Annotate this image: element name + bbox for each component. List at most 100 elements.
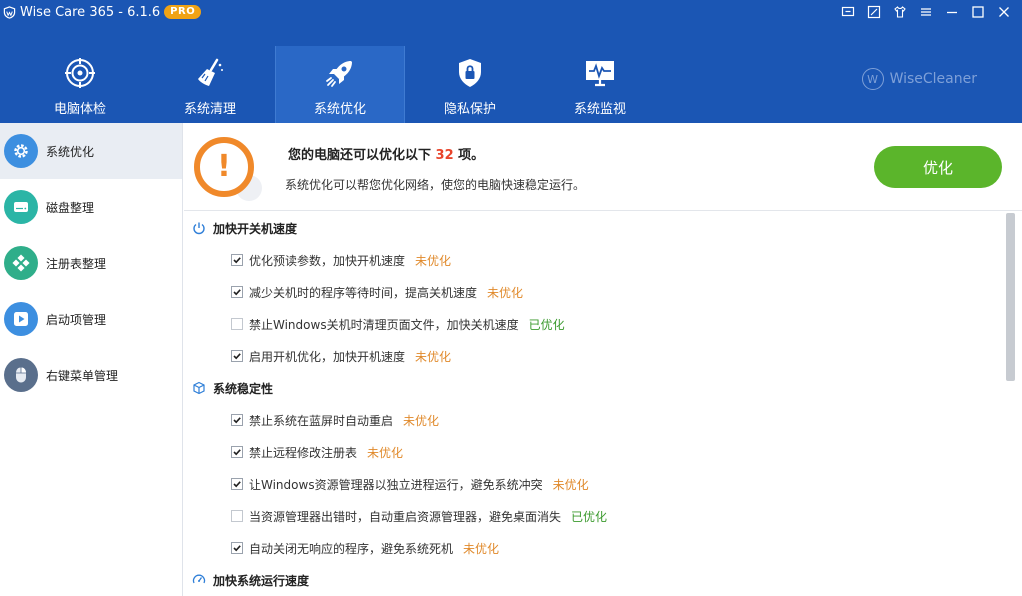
sidebar-item-disk-defrag[interactable]: 磁盘整理 (0, 179, 182, 235)
item-status: 未优化 (415, 253, 452, 268)
tab-monitor[interactable]: 系统监视 (535, 46, 665, 123)
optimize-button[interactable]: 优化 (874, 146, 1002, 188)
top-bar: Wise Care 365 - 6.1.6 PRO 电脑体检 系统清理 系统优化… (0, 0, 1022, 123)
optimization-list: 加快开关机速度 优化预读参数，加快开机速度 未优化 减少关机时的程序等待时间，提… (184, 212, 1004, 596)
item-status: 未优化 (415, 349, 452, 364)
scrollbar-thumb[interactable] (1006, 213, 1015, 381)
close-icon[interactable] (996, 4, 1012, 20)
sidebar-item-label: 注册表整理 (46, 256, 107, 271)
item-checkbox[interactable] (231, 542, 243, 554)
tab-privacy[interactable]: 隐私保护 (405, 46, 535, 123)
item-status: 未优化 (367, 445, 404, 460)
item-checkbox[interactable] (231, 254, 243, 266)
item-checkbox[interactable] (231, 510, 243, 522)
item-text: 启用开机优化，加快开机速度 (249, 349, 406, 364)
item-text: 禁止Windows关机时清理页面文件，加快关机速度 (249, 317, 519, 332)
section-header[interactable]: 加快开关机速度 (184, 212, 1004, 244)
sidebar-item-startup[interactable]: 启动项管理 (0, 291, 182, 347)
item-text: 禁止远程修改注册表 (249, 445, 358, 460)
checkmark-icon (233, 481, 241, 488)
skin-icon[interactable] (892, 4, 908, 20)
checkmark-icon (233, 545, 241, 552)
item-checkbox[interactable] (231, 414, 243, 426)
power-icon (193, 222, 205, 235)
checkmark-icon (233, 353, 241, 360)
tab-label: 系统清理 (183, 102, 236, 117)
sidebar-item-label: 启动项管理 (46, 312, 107, 327)
item-text: 优化预读参数，加快开机速度 (249, 253, 406, 268)
item-checkbox[interactable] (231, 478, 243, 490)
broom-icon (198, 58, 223, 86)
item-text: 自动关闭无响应的程序，避免系统死机 (249, 541, 454, 556)
section-title: 加快开关机速度 (213, 221, 298, 236)
optimizable-count: 32 (435, 148, 454, 163)
rocket-icon (326, 61, 352, 87)
sidebar-item-label: 右键菜单管理 (46, 368, 119, 383)
maximize-icon[interactable] (970, 4, 986, 20)
app-title: Wise Care 365 - 6.1.6 (20, 4, 161, 20)
menu-icon[interactable] (918, 4, 934, 20)
list-item: 让Windows资源管理器以独立进程运行，避免系统冲突 未优化 (184, 468, 1004, 500)
tab-cleanup[interactable]: 系统清理 (145, 46, 275, 123)
gear-icon (4, 134, 38, 168)
section-title: 系统稳定性 (213, 381, 274, 396)
item-checkbox[interactable] (231, 286, 243, 298)
banner-title-prefix: 您的电脑还可以优化以下 (288, 148, 432, 163)
section-title: 加快系统运行速度 (213, 573, 310, 588)
cube-icon (193, 381, 205, 395)
warning-symbol: ! (217, 149, 231, 184)
mouse-icon (4, 358, 38, 392)
banner-title-suffix: 项。 (458, 148, 485, 163)
tab-optimize[interactable]: 系统优化 (275, 46, 405, 123)
sidebar-item-registry[interactable]: 注册表整理 (0, 235, 182, 291)
checkmark-icon (233, 449, 241, 456)
tab-label: 系统监视 (573, 102, 626, 117)
item-text: 当资源管理器出错时，自动重启资源管理器，避免桌面消失 (249, 509, 562, 524)
list-item: 优化预读参数，加快开机速度 未优化 (184, 244, 1004, 276)
main-panel: ! 您的电脑还可以优化以下 32 项。 系统优化可以帮您优化网络，使您的电脑快速… (184, 123, 1022, 596)
item-text: 让Windows资源管理器以独立进程运行，避免系统冲突 (249, 477, 543, 492)
item-checkbox[interactable] (231, 350, 243, 362)
checkmark-icon (233, 289, 241, 296)
shield-lock-icon (459, 59, 481, 87)
app-logo-icon (3, 5, 16, 19)
wisecleaner-brand[interactable]: W WiseCleaner (861, 68, 977, 90)
item-checkbox[interactable] (231, 318, 243, 330)
tab-label: 电脑体检 (53, 102, 106, 117)
feedback-icon[interactable] (866, 4, 882, 20)
list-item: 减少关机时的程序等待时间，提高关机速度 未优化 (184, 276, 1004, 308)
title-bar: Wise Care 365 - 6.1.6 PRO (0, 0, 202, 24)
item-status: 未优化 (552, 477, 589, 492)
main-tabs: 电脑体检 系统清理 系统优化 隐私保护 系统监视 (15, 46, 665, 123)
pro-badge: PRO (164, 5, 202, 19)
item-status: 已优化 (571, 509, 608, 524)
item-checkbox[interactable] (231, 446, 243, 458)
checkmark-icon (233, 257, 241, 264)
screen-icon[interactable] (840, 4, 856, 20)
brand-name: WiseCleaner (889, 71, 977, 87)
minimize-icon[interactable] (944, 4, 960, 20)
sidebar-item-system-optimize[interactable]: 系统优化 (0, 123, 182, 179)
tab-checkup[interactable]: 电脑体检 (15, 46, 145, 123)
tab-label: 系统优化 (313, 102, 366, 117)
list-item: 自动关闭无响应的程序，避免系统死机 未优化 (184, 532, 1004, 564)
window-controls (840, 4, 1012, 20)
tab-label: 隐私保护 (443, 102, 496, 117)
item-status: 未优化 (403, 413, 440, 428)
item-status: 未优化 (487, 285, 524, 300)
checkmark-icon (233, 417, 241, 424)
checkup-icon (65, 58, 95, 88)
section-header[interactable]: 加快系统运行速度 (184, 564, 1004, 596)
list-item: 禁止Windows关机时清理页面文件，加快关机速度 已优化 (184, 308, 1004, 340)
monitor-icon (586, 61, 614, 87)
list-item: 禁止远程修改注册表 未优化 (184, 436, 1004, 468)
banner-subtitle: 系统优化可以帮您优化网络，使您的电脑快速稳定运行。 (285, 178, 586, 192)
registry-icon (4, 246, 38, 280)
list-item: 当资源管理器出错时，自动重启资源管理器，避免桌面消失 已优化 (184, 500, 1004, 532)
sidebar-item-context-menu[interactable]: 右键菜单管理 (0, 347, 182, 403)
item-text: 禁止系统在蓝屏时自动重启 (249, 413, 394, 428)
startup-icon (4, 302, 38, 336)
disk-icon (4, 190, 38, 224)
item-text: 减少关机时的程序等待时间，提高关机速度 (249, 285, 478, 300)
section-header[interactable]: 系统稳定性 (184, 372, 1004, 404)
